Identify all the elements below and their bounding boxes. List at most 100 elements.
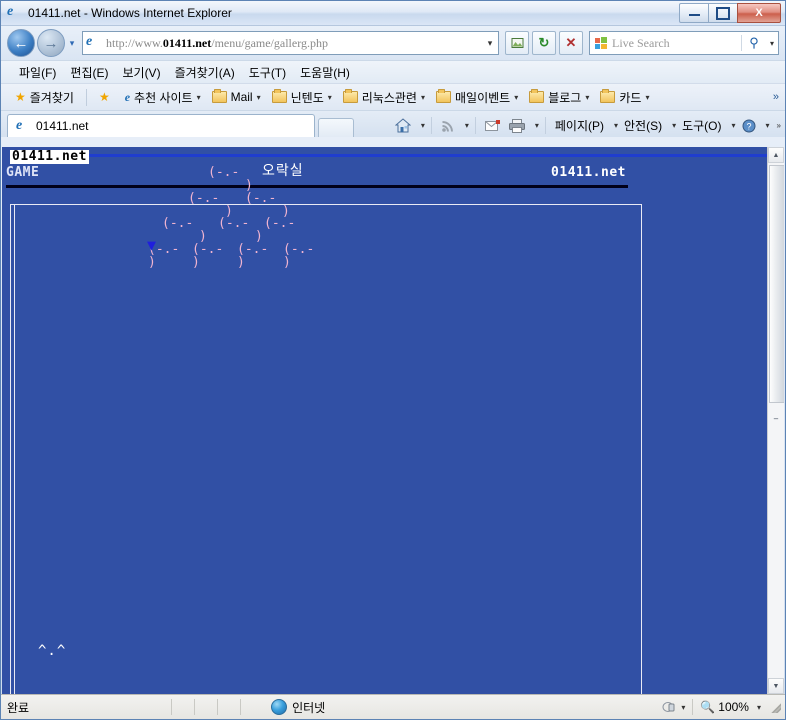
history-dropdown-icon[interactable]: ▾ (65, 38, 79, 49)
feeds-button[interactable] (438, 118, 458, 134)
favorites-overflow-icon[interactable]: » (773, 91, 779, 103)
home-dropdown-icon[interactable]: ▾ (421, 121, 425, 130)
enemy-sprite: (-.- (208, 165, 240, 180)
help-button[interactable]: ? (739, 118, 759, 134)
search-dropdown-icon[interactable]: ▾ (766, 39, 778, 48)
compatibility-view-button[interactable] (505, 31, 529, 55)
new-tab-button[interactable] (318, 118, 354, 137)
stop-button[interactable]: ✕ (559, 31, 583, 55)
help-icon: ? (742, 119, 756, 132)
header-accent-line (88, 154, 768, 157)
help-dropdown-icon[interactable]: ▾ (766, 121, 770, 130)
minimize-button[interactable] (679, 3, 709, 23)
site-badge: 01411.net (10, 149, 89, 164)
zoom-dropdown-icon[interactable]: ▾ (757, 703, 761, 712)
read-mail-button[interactable] (482, 119, 503, 133)
game-playfield (10, 204, 642, 694)
tab-01411net[interactable]: e 01411.net (7, 114, 315, 137)
home-button[interactable] (392, 117, 414, 134)
enemy-sprite: ) (192, 255, 200, 270)
menu-item-tools[interactable]: 도구(T) (249, 64, 286, 81)
playfield-border-left (10, 204, 11, 694)
page-dropdown-icon[interactable]: ▾ (614, 121, 618, 130)
tools-dropdown-icon[interactable]: ▾ (732, 121, 736, 130)
close-button[interactable]: X (737, 3, 781, 23)
vertical-scrollbar[interactable]: ▲ ━ ▼ (767, 147, 784, 694)
printer-icon (508, 118, 525, 133)
safety-dropdown-icon[interactable]: ▾ (672, 121, 676, 130)
search-icon[interactable]: ⚲ (741, 35, 766, 51)
chevron-down-icon: ▾ (196, 92, 201, 102)
resize-grip-icon[interactable] (769, 701, 781, 713)
menu-item-file[interactable]: 파일(F) (19, 64, 56, 81)
search-box[interactable]: Live Search ⚲ ▾ (589, 31, 779, 55)
fav-label: 블로그 (548, 90, 582, 105)
tab-label: 01411.net (36, 119, 89, 133)
command-separator (544, 117, 546, 134)
back-button[interactable]: ← (7, 29, 35, 57)
ie-icon: e (124, 90, 131, 104)
command-separator (430, 117, 432, 134)
enemy-sprite: (-.- (218, 216, 250, 231)
url-text: http://www.01411.net/menu/game/gallerg.p… (106, 35, 328, 50)
page-favicon-icon: e (86, 34, 93, 49)
privacy-dropdown-icon[interactable]: ▾ (681, 703, 685, 712)
scrollbar-grip-icon: ━ (773, 415, 779, 423)
folder-icon (435, 89, 451, 103)
url-input[interactable]: e http://www.01411.net/menu/game/gallerg… (82, 31, 499, 55)
menu-item-help[interactable]: 도움말(H) (300, 64, 350, 81)
mail-icon (484, 119, 500, 131)
safety-menu-button[interactable]: 안전(S) (621, 116, 665, 135)
minimize-icon (688, 11, 700, 16)
fav-label: 리눅스관련 (361, 90, 417, 105)
fav-item-mail[interactable]: Mail ▾ (208, 89, 265, 105)
status-right: ▾ 🔍 100% ▾ (662, 699, 785, 715)
folder-icon (211, 89, 227, 103)
page-menu-button[interactable]: 페이지(P) (552, 116, 607, 135)
scrollbar-thumb[interactable] (769, 165, 784, 403)
fav-label: 카드 (619, 90, 642, 105)
chevron-down-icon: ▾ (585, 92, 590, 102)
fav-item-blog[interactable]: 블로그 ▾ (525, 88, 593, 107)
zoom-level: 100% (718, 700, 749, 714)
favorites-button[interactable]: ★ 즐겨찾기 (11, 88, 78, 107)
command-overflow-icon[interactable]: » (777, 121, 781, 130)
enemy-sprite: ) (148, 255, 156, 270)
fav-item-nintendo[interactable]: 닌텐도 ▾ (268, 88, 336, 107)
menu-bar: 파일(F) 편집(E) 보기(V) 즐겨찾기(A) 도구(T) 도움말(H) (1, 60, 785, 83)
menu-item-edit[interactable]: 편집(E) (70, 64, 108, 81)
game-label: GAME (6, 165, 40, 180)
menu-item-view[interactable]: 보기(V) (122, 64, 160, 81)
enemy-sprite: (-.- (245, 191, 277, 206)
chevron-down-icon: ▾ (514, 92, 519, 102)
enemy-sprite: ) (283, 255, 291, 270)
add-to-favorites-bar-button[interactable]: ★ (95, 90, 118, 104)
feeds-dropdown-icon[interactable]: ▾ (465, 121, 469, 130)
fav-label: 닌텐도 (290, 90, 324, 105)
chevron-down-icon: ▾ (327, 92, 332, 102)
star-icon: ★ (15, 90, 26, 104)
fav-label: Mail (230, 90, 253, 104)
status-bar: 완료 인터넷 ▾ 🔍 100% ▾ (1, 694, 785, 719)
scroll-down-button[interactable]: ▼ (768, 678, 784, 694)
enemy-sprite: (-.- (188, 191, 220, 206)
maximize-button[interactable] (708, 3, 738, 23)
tools-menu-button[interactable]: 도구(O) (679, 116, 724, 135)
security-zone[interactable]: 인터넷 (271, 699, 325, 716)
fav-item-mail-event[interactable]: 매일이벤트 ▾ (432, 88, 522, 107)
zoom-control[interactable]: 🔍 100% (700, 700, 749, 714)
command-bar: ▾ ▾ ▾ 페이지(P) ▾ 안전(S) ▾ 도구(O) ▾ ? ▾ » (392, 116, 785, 137)
url-dropdown-icon[interactable]: ▾ (482, 38, 498, 49)
browser-content: 01411.net GAME 오락실 01411.net (-.-) (-.-) (… (2, 147, 784, 694)
refresh-button[interactable]: ↻ (532, 31, 556, 55)
forward-button[interactable]: → (37, 29, 65, 57)
print-button[interactable] (506, 118, 528, 134)
fav-item-card[interactable]: 카드 ▾ (596, 88, 653, 107)
magnifier-icon: 🔍 (700, 700, 716, 714)
menu-item-favorites[interactable]: 즐겨찾기(A) (175, 64, 235, 81)
fav-item-linux[interactable]: 리눅스관련 ▾ (339, 88, 429, 107)
scroll-up-button[interactable]: ▲ (768, 147, 784, 163)
fav-item-suggested-sites[interactable]: e 추천 사이트 ▾ (121, 88, 205, 107)
print-dropdown-icon[interactable]: ▾ (535, 121, 539, 130)
title-bar: e 01411.net - Windows Internet Explorer … (1, 1, 785, 26)
